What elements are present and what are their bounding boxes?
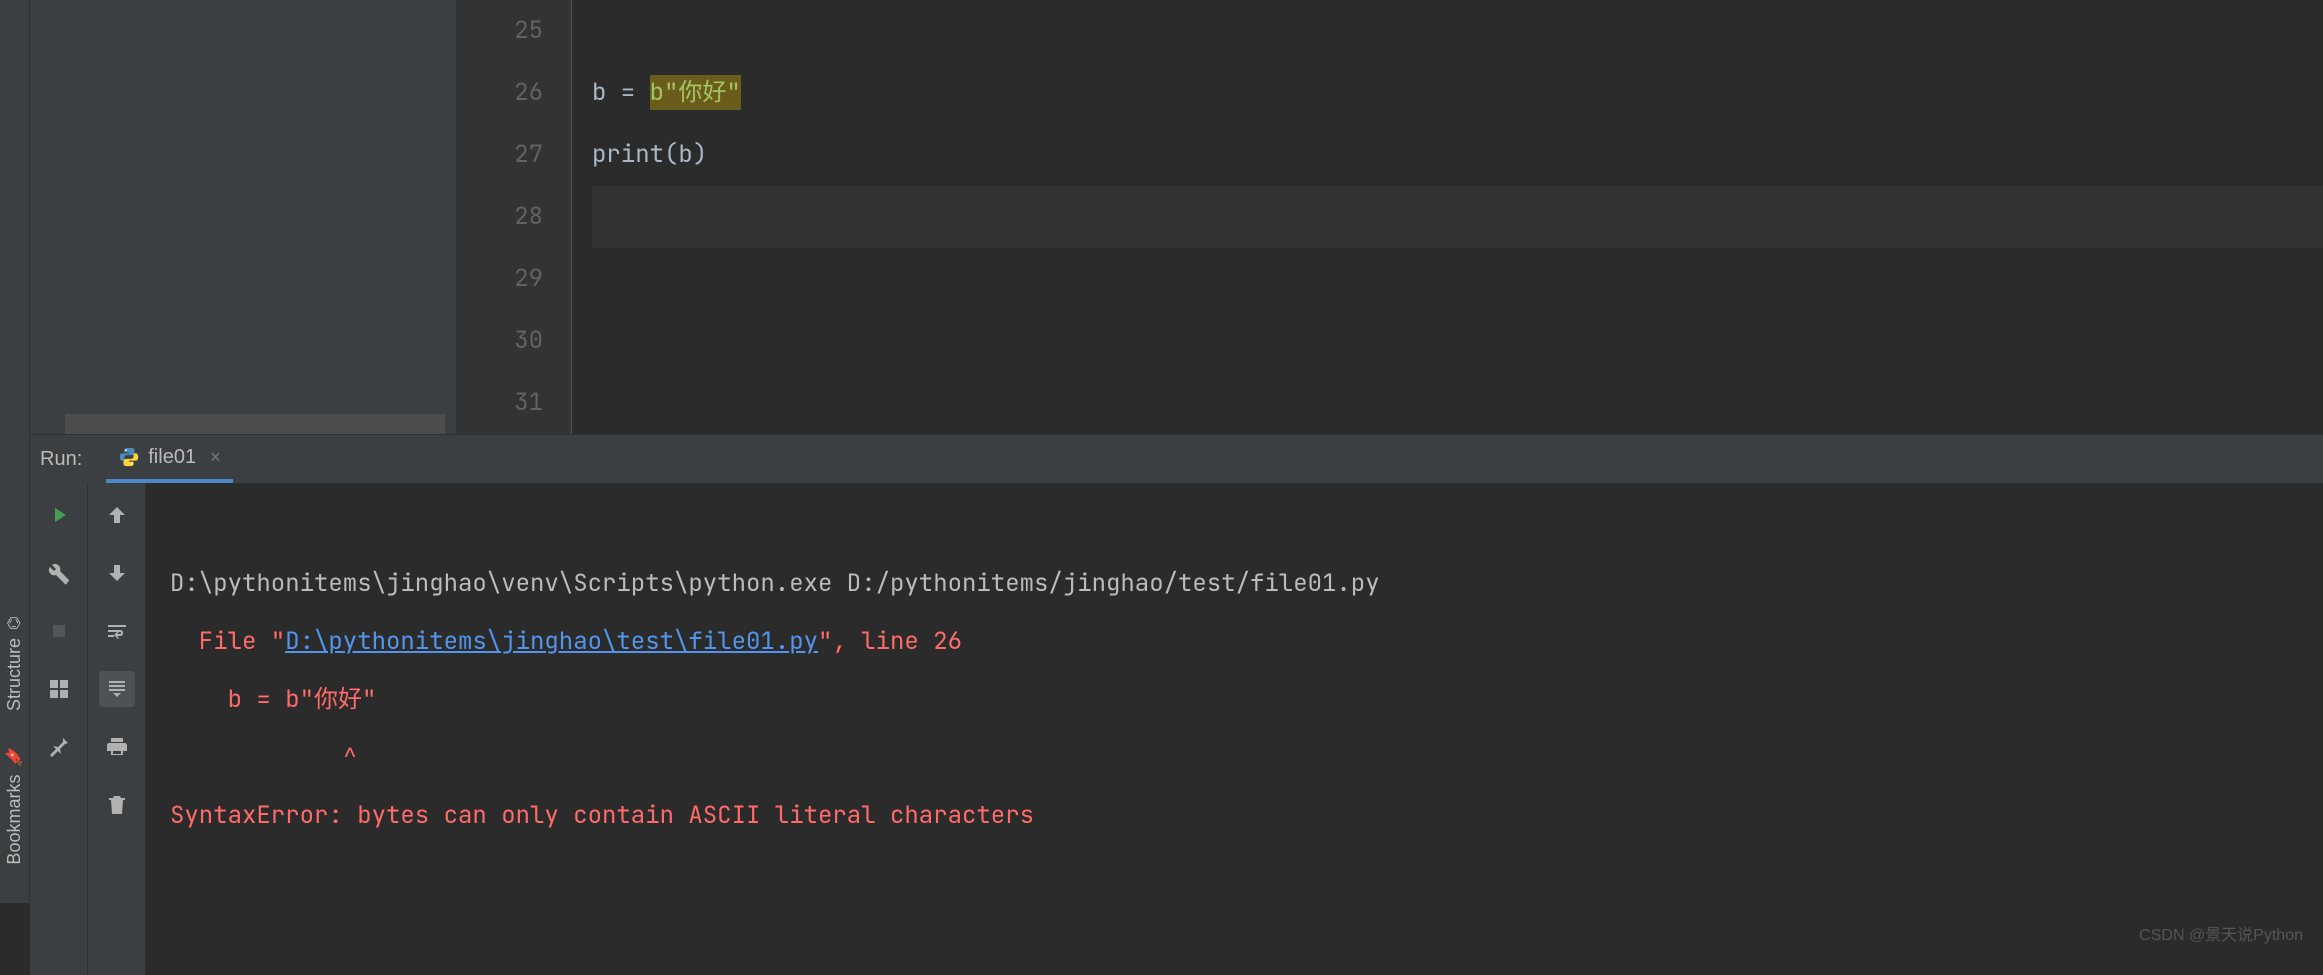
error-code-line: b = b"你好" <box>170 684 376 715</box>
horizontal-scrollbar[interactable] <box>65 414 445 434</box>
run-tab-label: file01 <box>148 446 196 469</box>
rerun-button[interactable] <box>41 497 77 533</box>
print-button[interactable] <box>99 729 135 765</box>
run-body: D:\pythonitems\jinghao\venv\Scripts\pyth… <box>30 483 2323 975</box>
run-label: Run: <box>40 448 82 471</box>
watermark: CSDN @景天说Python <box>2139 907 2303 965</box>
stop-button[interactable] <box>41 613 77 649</box>
error-file-prefix: File " <box>170 626 285 657</box>
error-file-suffix: ", line 26 <box>818 626 962 657</box>
variable: b <box>592 77 606 108</box>
string-quote: " <box>664 75 678 110</box>
line-gutter: 25 26 27 28 29 30 31 <box>457 0 572 434</box>
error-file-link[interactable]: D:\pythonitems\jinghao\test\file01.py <box>285 626 818 657</box>
project-panel[interactable] <box>30 0 457 434</box>
bookmarks-tool[interactable]: Bookmarks 🔖 <box>4 729 25 883</box>
line-number[interactable]: 30 <box>457 310 543 372</box>
paren: ( <box>664 139 678 170</box>
run-toolbar-left <box>30 483 88 975</box>
structure-icon: ⌬ <box>5 616 24 630</box>
editor-pane: 25 26 27 28 29 30 31 b = b"你好" print(b) <box>30 0 2323 434</box>
operator: = <box>606 77 649 108</box>
down-button[interactable] <box>99 555 135 591</box>
close-icon[interactable]: × <box>210 447 221 468</box>
pin-button[interactable] <box>41 729 77 765</box>
run-header: Run: file01 × <box>30 435 2323 483</box>
code-line: print(b) <box>592 124 2323 186</box>
trash-button[interactable] <box>99 787 135 823</box>
structure-label: Structure <box>4 638 25 711</box>
paren: ) <box>693 139 707 170</box>
function-call: print <box>592 139 664 170</box>
command-line: D:\pythonitems\jinghao\venv\Scripts\pyth… <box>170 568 1380 599</box>
argument: b <box>678 139 692 170</box>
scroll-button[interactable] <box>99 671 135 707</box>
code-line <box>592 0 2323 62</box>
run-panel: Run: file01 × <box>30 434 2323 975</box>
wrap-button[interactable] <box>99 613 135 649</box>
structure-tool[interactable]: Structure ⌬ <box>4 598 25 729</box>
code-line <box>592 248 2323 310</box>
console-output[interactable]: D:\pythonitems\jinghao\venv\Scripts\pyth… <box>146 483 2323 975</box>
string-content: 你好 <box>678 75 726 110</box>
code-line-active <box>592 186 2323 248</box>
error-caret: ^ <box>170 742 357 773</box>
code-line <box>592 310 2323 372</box>
code-editor[interactable]: b = b"你好" print(b) <box>572 0 2323 434</box>
bookmark-icon: 🔖 <box>5 747 24 767</box>
line-number[interactable]: 27 <box>457 124 543 186</box>
line-number[interactable]: 29 <box>457 248 543 310</box>
main-area: 25 26 27 28 29 30 31 b = b"你好" print(b) … <box>30 0 2323 903</box>
line-number[interactable]: 26 <box>457 62 543 124</box>
bytes-prefix: b <box>650 75 664 110</box>
wrench-button[interactable] <box>41 555 77 591</box>
line-number[interactable]: 31 <box>457 372 543 434</box>
line-number[interactable]: 25 <box>457 0 543 62</box>
left-rail: Structure ⌬ Bookmarks 🔖 <box>0 0 30 903</box>
line-number[interactable]: 28 <box>457 186 543 248</box>
layout-button[interactable] <box>41 671 77 707</box>
error-message: SyntaxError: bytes can only contain ASCI… <box>170 800 1034 831</box>
code-line: b = b"你好" <box>592 62 2323 124</box>
bookmarks-label: Bookmarks <box>4 775 25 865</box>
string-quote: " <box>726 75 740 110</box>
up-button[interactable] <box>99 497 135 533</box>
run-tab[interactable]: file01 × <box>106 435 232 483</box>
code-line <box>592 372 2323 434</box>
run-toolbar-right <box>88 483 146 975</box>
python-icon <box>118 446 140 468</box>
